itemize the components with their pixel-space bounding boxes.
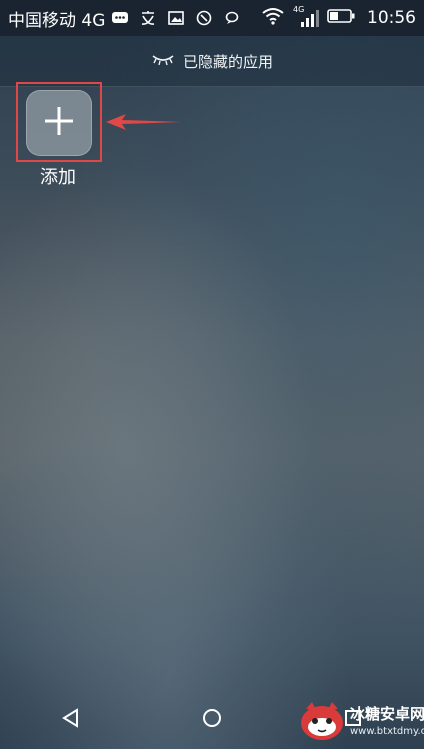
add-app-label: 添加 xyxy=(40,167,76,188)
battery-icon xyxy=(327,8,355,28)
closed-eye-icon xyxy=(151,52,175,70)
annotation-arrow-icon xyxy=(106,114,182,130)
system-icons: 4G 10:56 xyxy=(261,5,416,29)
notification-icons xyxy=(111,9,241,27)
page-title: 已隐藏的应用 xyxy=(182,52,273,71)
status-bar: 中国移动 4G 4G 10:56 xyxy=(0,0,424,36)
page-header: 已隐藏的应用 xyxy=(0,36,424,87)
text-icon xyxy=(139,9,157,27)
home-icon xyxy=(201,707,223,733)
shield-icon xyxy=(195,9,213,27)
image-icon xyxy=(167,9,185,27)
watermark-title: 冰糖安卓网 xyxy=(350,705,424,723)
add-app-button[interactable] xyxy=(26,90,92,156)
back-icon xyxy=(60,707,82,733)
plus-icon xyxy=(42,104,76,142)
message-icon xyxy=(111,9,129,27)
wifi-icon xyxy=(261,7,285,29)
chat-bubble-icon xyxy=(223,9,241,27)
back-button[interactable] xyxy=(51,700,91,740)
carrier-name: 中国移动 4G xyxy=(8,10,106,31)
watermark-url: www.btxtdmy.com xyxy=(350,726,424,737)
watermark-logo-icon xyxy=(301,702,343,740)
clock: 10:56 xyxy=(367,8,416,28)
watermark: 冰糖安卓网 www.btxtdmy.com xyxy=(298,699,424,745)
cell-signal-icon: 4G xyxy=(293,5,319,28)
home-button[interactable] xyxy=(192,700,232,740)
